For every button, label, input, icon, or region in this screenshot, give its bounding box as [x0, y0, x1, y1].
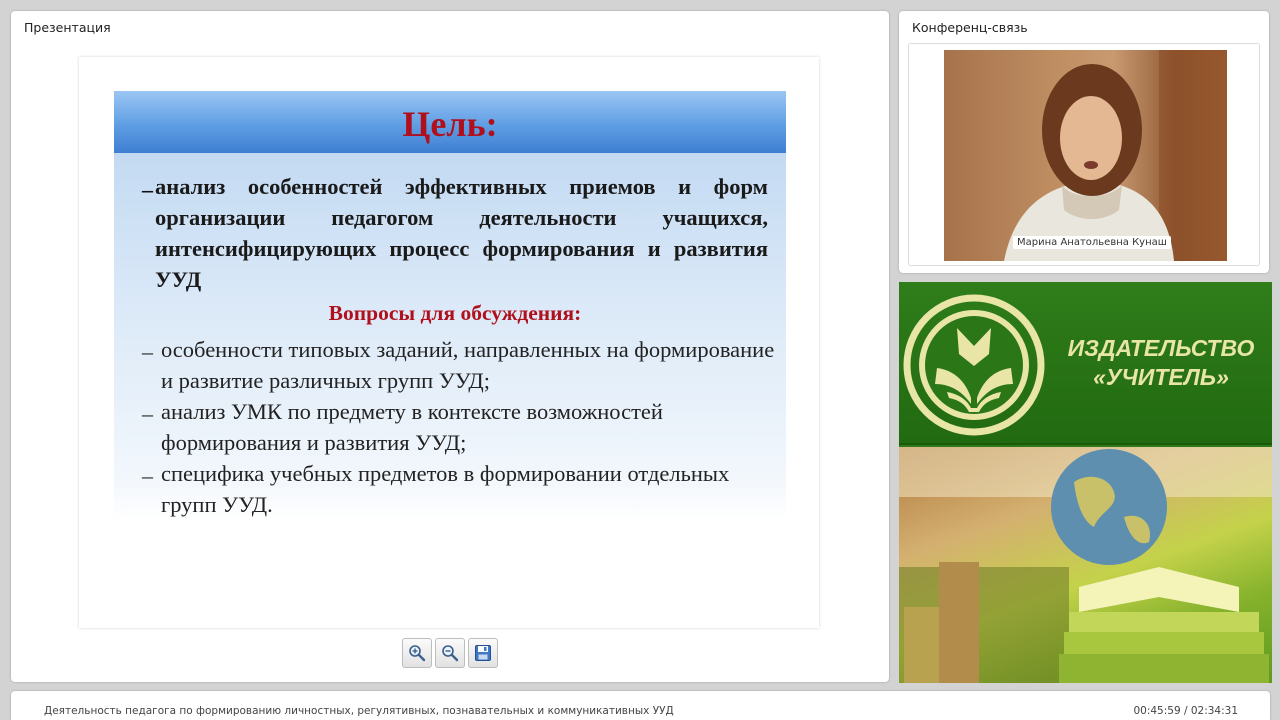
slide-goal-text: анализ особенностей эффективных приемов … — [155, 174, 768, 292]
conference-panel-title: Конференц-связь — [912, 20, 1028, 35]
speaker-video[interactable]: Марина Анатольевна Кунаш — [944, 50, 1227, 261]
speaker-name-label: Марина Анатольевна Кунаш — [1013, 236, 1171, 249]
save-button[interactable] — [468, 638, 498, 668]
question-bullet: – — [142, 339, 153, 364]
presentation-panel: Презентация Цель: – анализ особенностей … — [11, 11, 889, 682]
slide-frame: Цель: – анализ особенностей эффективных … — [79, 57, 819, 628]
question-item: специфика учебных предметов в формирован… — [161, 461, 730, 517]
playback-time: 00:45:59 / 02:34:31 — [1133, 705, 1238, 717]
zoom-in-icon — [409, 645, 426, 662]
question-item: анализ УМК по предмету в контексте возмо… — [161, 399, 663, 455]
video-frame: Марина Анатольевна Кунаш — [908, 43, 1260, 266]
slide-subtitle: Вопросы для обсуждения: — [328, 301, 582, 325]
publisher-name: ИЗДАТЕЛЬСТВО «УЧИТЕЛЬ» — [1067, 335, 1255, 390]
question-bullet: – — [142, 463, 153, 488]
slide-content: Цель: – анализ особенностей эффективных … — [114, 91, 786, 521]
zoom-out-icon — [442, 645, 459, 662]
conference-panel: Конференц-связь Марина Анатольевна Кунаш — [899, 11, 1269, 273]
goal-bullet: – — [142, 177, 153, 202]
publisher-logo-icon — [903, 294, 1045, 436]
course-title: Деятельность педагога по формированию ли… — [44, 705, 674, 717]
slide-title: Цель: — [402, 104, 498, 144]
slide-header: Цель: — [114, 91, 786, 153]
publisher-banner-image — [899, 447, 1272, 683]
slide-toolbar — [402, 638, 498, 668]
status-bar: Деятельность педагога по формированию ли… — [11, 691, 1270, 720]
question-bullet: – — [142, 401, 153, 426]
question-item: особенности типовых заданий, направленны… — [161, 337, 775, 393]
speaker-silhouette — [1004, 50, 1227, 261]
publisher-banner-top: ИЗДАТЕЛЬСТВО «УЧИТЕЛЬ» — [899, 282, 1272, 445]
save-icon — [475, 645, 491, 661]
publisher-banner: ИЗДАТЕЛЬСТВО «УЧИТЕЛЬ» — [899, 282, 1272, 683]
presentation-panel-title: Презентация — [24, 20, 111, 35]
zoom-out-button[interactable] — [435, 638, 465, 668]
globe-and-books-illustration — [899, 447, 1272, 683]
zoom-in-button[interactable] — [402, 638, 432, 668]
